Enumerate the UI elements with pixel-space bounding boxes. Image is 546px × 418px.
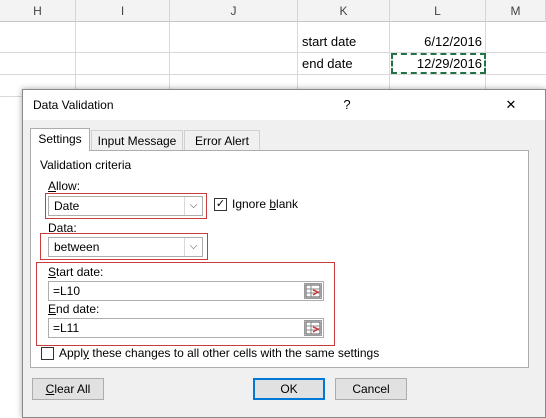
data-highlight <box>40 233 208 260</box>
cell-l10[interactable]: 6/12/2016 <box>390 31 486 53</box>
start-date-input[interactable]: =L10 <box>48 281 324 301</box>
column-header-i[interactable]: I <box>76 0 170 22</box>
column-header-m[interactable]: M <box>486 0 546 22</box>
column-header-j[interactable]: J <box>170 0 298 22</box>
data-validation-dialog: Data Validation ? ✕ Settings Input Messa… <box>22 89 546 418</box>
ok-button[interactable]: OK <box>253 378 325 400</box>
allow-label: Allow: <box>48 179 81 193</box>
end-date-value: =L11 <box>53 321 80 335</box>
cell-k11[interactable]: end date <box>298 53 390 75</box>
clear-all-button[interactable]: Clear All <box>32 378 104 400</box>
column-header-k[interactable]: K <box>298 0 390 22</box>
range-selector-icon[interactable] <box>304 283 322 299</box>
validation-criteria-label: Validation criteria <box>40 158 132 172</box>
start-date-label: Start date: <box>48 265 104 279</box>
tab-settings[interactable]: Settings <box>30 128 90 151</box>
help-button[interactable]: ? <box>335 94 359 116</box>
apply-all-checkbox[interactable] <box>41 347 54 360</box>
cell-k10[interactable]: start date <box>298 31 390 53</box>
copy-marquee <box>391 53 486 74</box>
cancel-button[interactable]: Cancel <box>335 378 407 400</box>
end-date-input[interactable]: =L11 <box>48 318 324 338</box>
end-date-label: End date: <box>48 302 100 316</box>
dialog-title: Data Validation <box>33 98 114 112</box>
close-button[interactable]: ✕ <box>499 94 523 116</box>
column-header-h[interactable]: H <box>0 0 76 22</box>
apply-all-label[interactable]: Apply these changes to all other cells w… <box>59 346 379 360</box>
dialog-titlebar[interactable]: Data Validation ? ✕ <box>23 90 545 120</box>
start-date-value: =L10 <box>53 284 81 298</box>
settings-panel: Validation criteria Allow: Date ⌵ ✓ Igno… <box>30 150 529 368</box>
allow-highlight <box>45 193 207 219</box>
column-header-l[interactable]: L <box>390 0 486 22</box>
ignore-blank-label[interactable]: Ignore blank <box>232 197 298 211</box>
tab-input-message[interactable]: Input Message <box>91 130 183 150</box>
ignore-blank-checkbox[interactable]: ✓ <box>214 198 227 211</box>
range-selector-icon[interactable] <box>304 320 322 336</box>
tab-error-alert[interactable]: Error Alert <box>184 130 260 150</box>
